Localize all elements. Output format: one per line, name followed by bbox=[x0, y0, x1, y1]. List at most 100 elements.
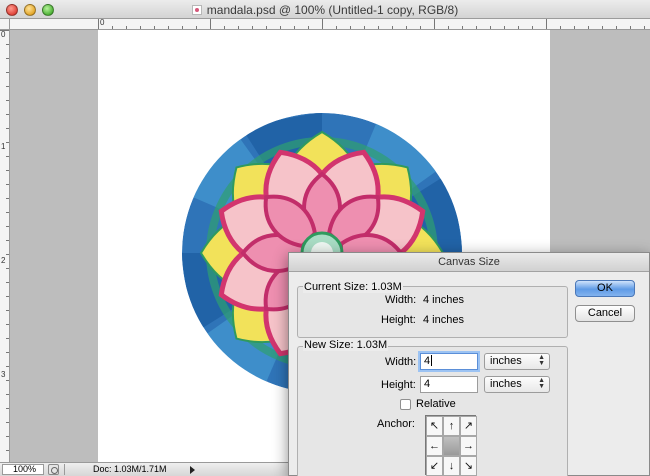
ruler-tick bbox=[6, 408, 9, 409]
ruler-tick bbox=[518, 26, 519, 29]
current-size-heading: Current Size: 1.03M bbox=[303, 281, 403, 293]
ruler-tick bbox=[140, 26, 141, 29]
ruler-tick bbox=[546, 19, 547, 29]
ruler-tick bbox=[476, 26, 477, 29]
anchor-bottom-left[interactable]: ↙ bbox=[426, 456, 443, 476]
ruler-tick bbox=[392, 26, 393, 29]
ruler-tick bbox=[630, 26, 631, 29]
ruler-tick bbox=[616, 26, 617, 29]
ruler-tick bbox=[448, 26, 449, 29]
ruler-tick bbox=[6, 198, 9, 199]
ruler-tick bbox=[6, 142, 9, 143]
ruler-tick bbox=[0, 30, 9, 31]
dialog-title: Canvas Size bbox=[289, 253, 649, 272]
ruler-tick bbox=[336, 26, 337, 29]
ruler-tick bbox=[6, 296, 9, 297]
new-height-value: 4 bbox=[424, 378, 431, 390]
anchor-label: Anchor: bbox=[377, 418, 415, 430]
cancel-button[interactable]: Cancel bbox=[575, 305, 635, 322]
ruler-left-label: 2 bbox=[1, 256, 6, 265]
ruler-tick bbox=[6, 352, 9, 353]
ruler-tick bbox=[6, 114, 9, 115]
new-width-value: 4 bbox=[424, 355, 431, 367]
ruler-origin[interactable] bbox=[0, 19, 10, 30]
ruler-tick bbox=[6, 324, 9, 325]
current-height-label: Height: bbox=[381, 314, 416, 326]
ruler-tick bbox=[378, 26, 379, 29]
ruler-tick bbox=[112, 26, 113, 29]
ruler-left-label: 0 bbox=[1, 30, 6, 39]
anchor-left[interactable]: ← bbox=[426, 436, 443, 456]
vertical-ruler[interactable]: 0 1 2 3 bbox=[0, 30, 10, 462]
window-titlebar[interactable]: mandala.psd @ 100% (Untitled-1 copy, RGB… bbox=[0, 0, 650, 19]
new-width-label: Width: bbox=[385, 356, 417, 368]
ruler-tick bbox=[6, 100, 9, 101]
ruler-tick bbox=[224, 26, 225, 29]
ruler-tick bbox=[6, 86, 9, 87]
relative-label[interactable]: Relative bbox=[416, 398, 456, 410]
anchor-bottom-right[interactable]: ↘ bbox=[460, 456, 477, 476]
text-caret bbox=[431, 355, 433, 366]
height-unit-value: inches bbox=[490, 378, 522, 390]
anchor-top[interactable]: ↑ bbox=[443, 416, 460, 436]
ruler-tick bbox=[574, 26, 575, 29]
anchor-bottom[interactable]: ↓ bbox=[443, 456, 460, 476]
ruler-tick bbox=[308, 26, 309, 29]
ruler-tick bbox=[6, 282, 9, 283]
ruler-tick bbox=[6, 422, 9, 423]
ruler-tick bbox=[6, 380, 9, 381]
ruler-tick bbox=[196, 26, 197, 29]
anchor-top-right[interactable]: ↗ bbox=[460, 416, 477, 436]
ruler-tick bbox=[280, 26, 281, 29]
ruler-tick bbox=[6, 58, 9, 59]
height-unit-select[interactable]: inches ▲ ▼ bbox=[484, 376, 550, 393]
ruler-tick bbox=[6, 170, 9, 171]
ruler-tick bbox=[154, 26, 155, 29]
ruler-tick bbox=[98, 19, 99, 29]
ruler-top-label: 0 bbox=[100, 19, 105, 27]
ruler-tick bbox=[182, 26, 183, 29]
relative-checkbox[interactable] bbox=[400, 399, 411, 410]
anchor-top-left[interactable]: ↖ bbox=[426, 416, 443, 436]
ruler-tick bbox=[406, 26, 407, 29]
ruler-tick bbox=[6, 44, 9, 45]
current-width-value: 4 inches bbox=[423, 294, 464, 306]
ruler-tick bbox=[6, 366, 9, 367]
window-title-wrap: mandala.psd @ 100% (Untitled-1 copy, RGB… bbox=[0, 3, 650, 17]
ok-button[interactable]: OK bbox=[575, 280, 635, 297]
new-width-input[interactable]: 4 bbox=[420, 353, 478, 370]
ruler-tick bbox=[6, 226, 9, 227]
ruler-tick bbox=[504, 26, 505, 29]
current-height-value: 4 inches bbox=[423, 314, 464, 326]
window-title: mandala.psd @ 100% (Untitled-1 copy, RGB… bbox=[206, 3, 459, 17]
ruler-tick bbox=[322, 19, 323, 29]
ruler-tick bbox=[462, 26, 463, 29]
width-unit-value: inches bbox=[490, 355, 522, 367]
ruler-tick bbox=[126, 26, 127, 29]
width-unit-select[interactable]: inches ▲ ▼ bbox=[484, 353, 550, 370]
anchor-center[interactable] bbox=[443, 436, 460, 456]
document-size-info: Doc: 1.03M/1.71M bbox=[64, 464, 186, 475]
ruler-tick bbox=[6, 184, 9, 185]
updown-arrows-icon: ▲ ▼ bbox=[538, 377, 545, 390]
ruler-tick bbox=[588, 26, 589, 29]
new-size-heading: New Size: 1.03M bbox=[303, 339, 389, 351]
updown-arrows-icon: ▲ ▼ bbox=[538, 354, 545, 367]
ruler-tick bbox=[350, 26, 351, 29]
horizontal-ruler[interactable]: 0 bbox=[10, 19, 650, 30]
zoom-level-field[interactable]: 100% bbox=[2, 464, 44, 475]
ruler-tick bbox=[6, 128, 9, 129]
ruler-tick bbox=[294, 26, 295, 29]
canvas-size-dialog: Canvas Size Current Size: 1.03M Width: 4… bbox=[288, 252, 650, 476]
status-menu-arrow-icon[interactable] bbox=[190, 466, 195, 474]
anchor-right[interactable]: → bbox=[460, 436, 477, 456]
new-height-input[interactable]: 4 bbox=[420, 376, 478, 393]
ruler-tick bbox=[6, 436, 9, 437]
ruler-tick bbox=[490, 26, 491, 29]
ruler-tick bbox=[6, 268, 9, 269]
ruler-tick bbox=[210, 19, 211, 29]
ruler-tick bbox=[602, 26, 603, 29]
status-options-icon[interactable] bbox=[48, 464, 59, 475]
ruler-left-label: 1 bbox=[1, 142, 6, 151]
ruler-tick bbox=[6, 72, 9, 73]
